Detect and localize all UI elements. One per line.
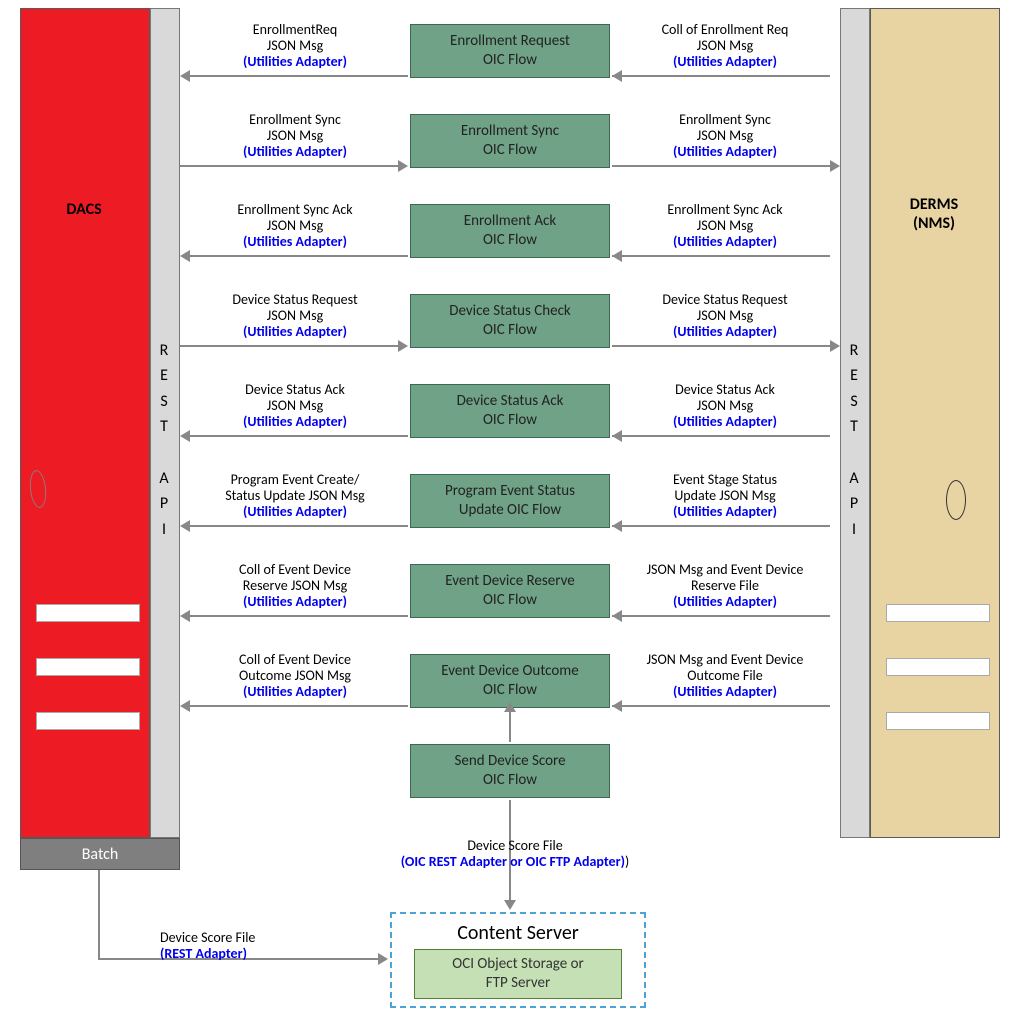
oic-program-event-status: Program Event StatusUpdate OIC Flow	[410, 474, 610, 528]
arrowhead-r-4	[612, 430, 622, 442]
arrowhead-l-5	[180, 520, 190, 532]
arrow-r-5	[612, 525, 830, 527]
arrowhead-r-6	[612, 610, 622, 622]
oic-enrollment-request: Enrollment RequestOIC Flow	[410, 24, 610, 78]
arrowhead-l-0	[180, 70, 190, 82]
msg-right-3: Device Status RequestJSON Msg(Utilities …	[618, 292, 832, 340]
msg-right-0: Coll of Enrollment ReqJSON Msg(Utilities…	[618, 22, 832, 70]
msg-right-2: Enrollment Sync AckJSON Msg(Utilities Ad…	[618, 202, 832, 250]
arrowhead-l-4	[180, 430, 190, 442]
connector-89	[509, 710, 511, 742]
arrow-l-0	[190, 75, 408, 77]
batch-label: Batch	[82, 845, 119, 864]
dacs-slot-3	[36, 712, 140, 730]
dacs-slot-1	[36, 604, 140, 622]
arrow-r-7	[612, 705, 830, 707]
arrowhead-r-0	[612, 70, 622, 82]
batch-arrow-head	[378, 953, 388, 965]
arrow-r-2	[612, 255, 830, 257]
msg-left-6: Coll of Event DeviceReserve JSON Msg(Uti…	[190, 562, 400, 610]
msg-left-2: Enrollment Sync AckJSON Msg(Utilities Ad…	[190, 202, 400, 250]
arrowhead-l-2	[180, 250, 190, 262]
arrow-l-7	[190, 705, 408, 707]
oic-event-device-reserve: Event Device ReserveOIC Flow	[410, 564, 610, 618]
arrow-l-4	[190, 435, 408, 437]
msg-left-7: Coll of Event DeviceOutcome JSON Msg(Uti…	[190, 652, 400, 700]
arrowhead-l-6	[180, 610, 190, 622]
arrowhead-l-7	[180, 700, 190, 712]
arrowhead-r-2	[612, 250, 622, 262]
arrow-l-1	[180, 165, 398, 167]
oic-send-device-score: Send Device ScoreOIC Flow	[410, 744, 610, 798]
batch-arrow-v	[98, 870, 100, 960]
msg-right-7: JSON Msg and Event DeviceOutcome File(Ut…	[618, 652, 832, 700]
arrowhead-l-1	[398, 160, 408, 172]
msg-left-4: Device Status AckJSON Msg(Utilities Adap…	[190, 382, 400, 430]
arrow-l-5	[190, 525, 408, 527]
derms-title: DERMS(NMS)	[870, 195, 998, 233]
arrowhead-r-3	[830, 340, 840, 352]
arrow-l-6	[190, 615, 408, 617]
arrowhead-r-1	[830, 160, 840, 172]
arrowhead-r-5	[612, 520, 622, 532]
arrow-l-2	[190, 255, 408, 257]
arrow-to-content-server-head	[504, 900, 516, 910]
msg-right-5: Event Stage StatusUpdate JSON Msg(Utilit…	[618, 472, 832, 520]
msg-right-6: JSON Msg and Event DeviceReserve File(Ut…	[618, 562, 832, 610]
derms-rest-api-label: REST API	[840, 340, 868, 540]
batch-msg-label: Device Score File (REST Adapter)	[160, 930, 340, 962]
arrow-r-1	[612, 165, 830, 167]
oic-device-status-check: Device Status CheckOIC Flow	[410, 294, 610, 348]
connector-89-head	[504, 702, 516, 712]
msg-right-1: Enrollment SyncJSON Msg(Utilities Adapte…	[618, 112, 832, 160]
derms-slot-3	[886, 712, 990, 730]
content-server: Content Server OCI Object Storage orFTP …	[390, 912, 646, 1008]
arrowhead-l-3	[398, 340, 408, 352]
content-server-title: Content Server	[457, 921, 579, 945]
dacs-rest-api-label: REST API	[150, 340, 178, 540]
dacs-slot-2	[36, 658, 140, 676]
oic-event-device-outcome: Event Device OutcomeOIC Flow	[410, 654, 610, 708]
oci-object-storage: OCI Object Storage orFTP Server	[414, 949, 622, 999]
msg-left-5: Program Event Create/Status Update JSON …	[190, 472, 400, 520]
arrow-r-3	[612, 345, 830, 347]
msg-left-0: EnrollmentReqJSON Msg(Utilities Adapter)	[190, 22, 400, 70]
msg-left-1: Enrollment SyncJSON Msg(Utilities Adapte…	[190, 112, 400, 160]
arrow-r-0	[612, 75, 830, 77]
arrowhead-r-7	[612, 700, 622, 712]
oic-device-status-ack: Device Status AckOIC Flow	[410, 384, 610, 438]
msg-left-3: Device Status RequestJSON Msg(Utilities …	[190, 292, 400, 340]
oic-enrollment-sync: Enrollment SyncOIC Flow	[410, 114, 610, 168]
derms-ellipse	[946, 480, 966, 520]
oic-enrollment-ack: Enrollment AckOIC Flow	[410, 204, 610, 258]
arrow-r-4	[612, 435, 830, 437]
arrow-r-6	[612, 615, 830, 617]
batch-block: Batch	[20, 838, 180, 870]
dacs-title: DACS	[20, 200, 148, 219]
device-score-file-label: Device Score File (OIC REST Adapter or O…	[360, 838, 670, 870]
msg-right-4: Device Status AckJSON Msg(Utilities Adap…	[618, 382, 832, 430]
derms-slot-1	[886, 604, 990, 622]
arrow-l-3	[180, 345, 398, 347]
derms-slot-2	[886, 658, 990, 676]
